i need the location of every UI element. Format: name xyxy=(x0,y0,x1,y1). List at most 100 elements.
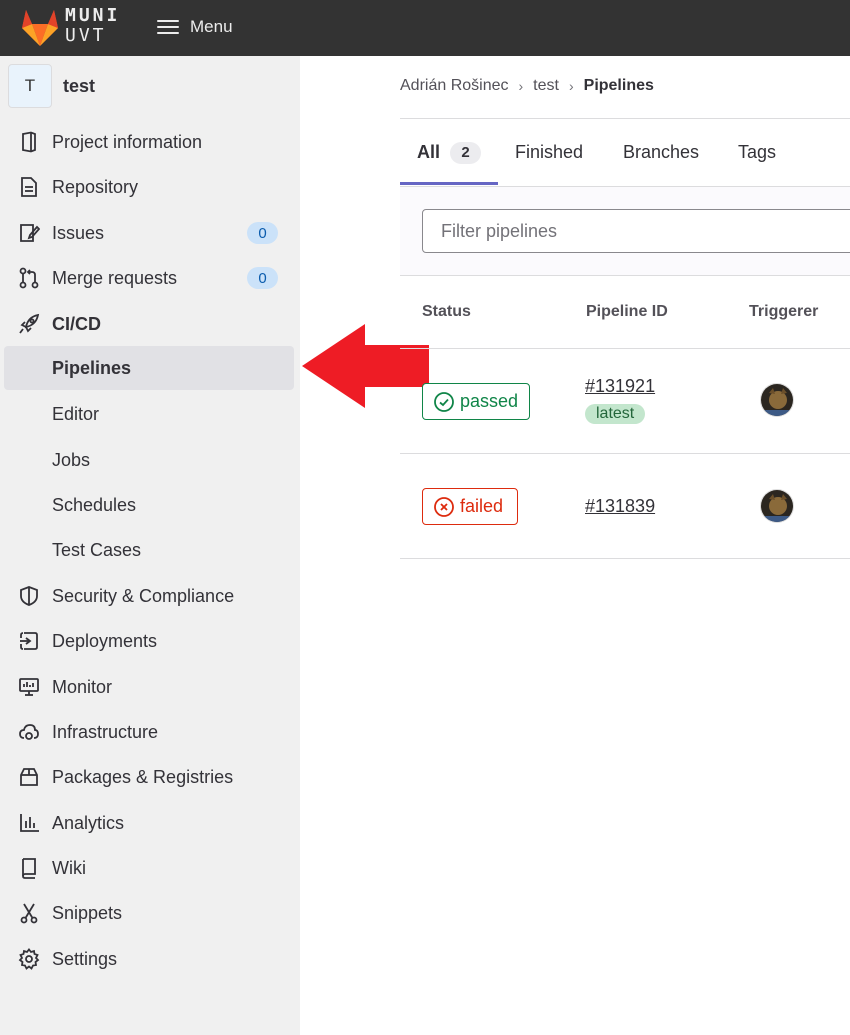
scissors-icon xyxy=(20,903,38,924)
tab-all[interactable]: All 2 xyxy=(417,119,482,186)
sidebar-subitem-label: Pipelines xyxy=(52,357,132,378)
sidebar-item-project-information[interactable]: Project information xyxy=(0,120,300,164)
tab-count-badge: 2 xyxy=(450,141,482,164)
sidebar-item-issues[interactable]: Issues 0 xyxy=(0,211,300,255)
filter-pipelines-input[interactable] xyxy=(422,209,850,253)
sidebar-item-label: Settings xyxy=(52,948,118,969)
sidebar-item-packages-registries[interactable]: Packages & Registries xyxy=(0,755,300,799)
brand-line-2: UVT xyxy=(65,25,107,46)
tab-finished[interactable]: Finished xyxy=(515,119,583,186)
sidebar-item-repository[interactable]: Repository xyxy=(0,165,300,209)
latest-badge: latest xyxy=(585,404,646,424)
gitlab-logo-icon[interactable] xyxy=(18,6,62,48)
deployments-icon xyxy=(20,632,38,650)
error-circle-icon xyxy=(434,496,454,517)
project-name: test xyxy=(63,75,96,96)
package-icon xyxy=(20,768,38,786)
table-row-divider xyxy=(400,558,850,559)
sidebar-item-label: Infrastructure xyxy=(52,721,159,742)
sidebar-item-label: Deployments xyxy=(52,630,158,651)
sidebar-item-label: Packages & Registries xyxy=(52,766,234,787)
doc-icon xyxy=(21,177,37,197)
sidebar-item-monitor[interactable]: Monitor xyxy=(0,665,300,709)
sidebar-subitem-label: Schedules xyxy=(52,494,137,515)
tab-label: Finished xyxy=(515,142,584,162)
issues-count-badge: 0 xyxy=(247,222,278,244)
project-header[interactable]: T test xyxy=(8,64,95,108)
project-icon xyxy=(22,131,36,153)
issues-icon xyxy=(20,224,40,242)
chevron-right-icon: › xyxy=(518,78,524,94)
hamburger-icon xyxy=(157,19,179,35)
triggerer-avatar[interactable] xyxy=(760,489,794,523)
sidebar-item-label: Repository xyxy=(52,176,139,197)
red-arrow-annotation xyxy=(302,324,429,408)
sidebar-item-cicd[interactable]: CI/CD xyxy=(0,302,300,346)
top-bar: MUNI UVT Menu xyxy=(0,0,850,56)
pipeline-id-link[interactable]: #131921 xyxy=(585,376,655,397)
filter-bar xyxy=(400,186,850,276)
sidebar-item-label: Snippets xyxy=(52,902,123,923)
sidebar-item-infrastructure[interactable]: Infrastructure xyxy=(0,710,300,754)
sidebar-subitem-test-cases[interactable]: Test Cases xyxy=(4,528,294,572)
breadcrumb-user-link[interactable]: Adrián Rošinec xyxy=(400,77,509,95)
column-header-status: Status xyxy=(422,303,471,320)
breadcrumb: Adrián Rošinec › test › Pipelines xyxy=(400,76,654,96)
sidebar-item-analytics[interactable]: Analytics xyxy=(0,801,300,845)
sidebar-item-label: Issues xyxy=(52,222,105,243)
sidebar-item-label: Wiki xyxy=(52,857,86,878)
sidebar-item-label: Security & Compliance xyxy=(52,585,235,606)
gear-icon xyxy=(18,948,40,970)
sidebar-item-label: Analytics xyxy=(52,812,125,833)
sidebar-item-wiki[interactable]: Wiki xyxy=(0,846,300,890)
sidebar-item-label: Merge requests xyxy=(52,267,178,288)
tab-label: All xyxy=(417,142,441,162)
sidebar-subitem-pipelines[interactable]: Pipelines xyxy=(4,346,294,390)
merge-requests-count-badge: 0 xyxy=(247,267,278,289)
column-header-pipeline-id: Pipeline ID xyxy=(586,303,668,320)
sidebar-subitem-label: Test Cases xyxy=(52,539,142,560)
status-badge-passed[interactable]: passed xyxy=(422,383,530,420)
status-label: failed xyxy=(460,496,504,516)
sidebar-item-label: Project information xyxy=(52,131,203,152)
breadcrumb-current[interactable]: Pipelines xyxy=(584,77,654,95)
table-row-divider xyxy=(400,453,850,454)
active-tab-indicator xyxy=(400,182,498,185)
sidebar-item-snippets[interactable]: Snippets xyxy=(0,891,300,935)
breadcrumb-project-link[interactable]: test xyxy=(533,77,559,95)
avatar-image xyxy=(761,384,793,416)
rocket-icon xyxy=(19,313,40,334)
pipeline-tabs: All 2 Finished Branches Tags xyxy=(400,119,850,186)
column-header-triggerer: Triggerer xyxy=(749,303,819,320)
sidebar-item-settings[interactable]: Settings xyxy=(0,937,300,981)
sidebar-subitem-label: Editor xyxy=(52,403,100,424)
brand-logo-text: MUNI UVT xyxy=(65,6,120,46)
sidebar-item-label: Monitor xyxy=(52,676,113,697)
status-badge-failed[interactable]: failed xyxy=(422,488,518,525)
table-divider xyxy=(400,348,850,349)
triggerer-avatar[interactable] xyxy=(760,383,794,417)
menu-label: Menu xyxy=(190,17,233,36)
sidebar-subitem-schedules[interactable]: Schedules xyxy=(4,483,294,527)
check-circle-icon xyxy=(434,391,454,412)
chevron-right-icon: › xyxy=(568,78,574,94)
book-icon xyxy=(22,858,36,879)
tab-branches[interactable]: Branches xyxy=(623,119,699,186)
pipeline-id-link[interactable]: #131839 xyxy=(585,496,655,517)
sidebar-subitem-editor[interactable]: Editor xyxy=(4,392,294,436)
project-avatar: T xyxy=(8,64,52,108)
chart-icon xyxy=(20,814,39,832)
monitor-icon xyxy=(19,678,39,696)
sidebar-item-security-compliance[interactable]: Security & Compliance xyxy=(0,574,300,618)
brand-line-1: MUNI xyxy=(65,5,121,26)
menu-button[interactable]: Menu xyxy=(157,14,233,40)
cloud-gear-icon xyxy=(19,724,39,740)
tab-tags[interactable]: Tags xyxy=(738,119,776,186)
sidebar-item-merge-requests[interactable]: Merge requests 0 xyxy=(0,256,300,300)
sidebar-item-deployments[interactable]: Deployments xyxy=(0,619,300,663)
sidebar-subitem-jobs[interactable]: Jobs xyxy=(4,438,294,482)
merge-request-icon xyxy=(19,267,39,289)
sidebar-subitem-label: Jobs xyxy=(52,449,91,470)
sidebar: T test Project information Repository Is… xyxy=(0,56,300,1035)
tab-label: Tags xyxy=(738,142,777,162)
